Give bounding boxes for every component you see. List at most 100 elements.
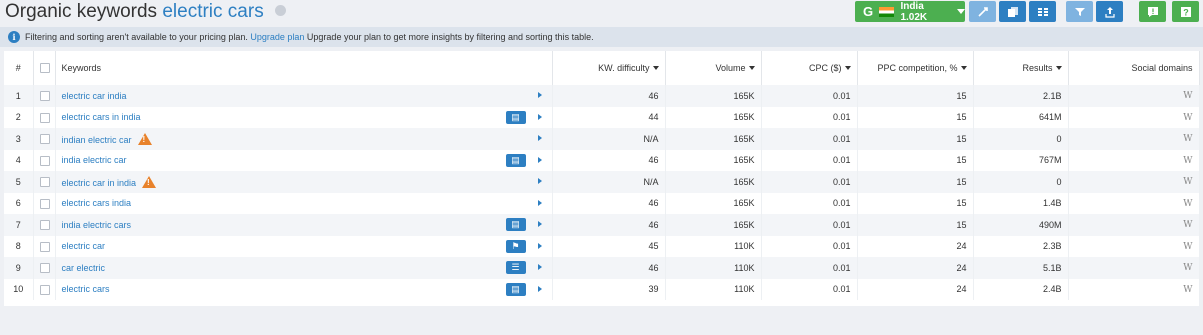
serp-news-icon[interactable]: ▤ xyxy=(505,110,526,124)
cpc-cell: 0.01 xyxy=(761,171,858,193)
row-checkbox[interactable] xyxy=(39,220,50,231)
wikipedia-icon[interactable]: W xyxy=(1183,113,1192,123)
kd-cell: 46 xyxy=(552,85,666,107)
upgrade-plan-link[interactable]: Upgrade plan xyxy=(250,32,304,42)
row-checkbox[interactable] xyxy=(39,241,50,252)
keywords-table: # Keywords KW. difficulty Volume CPC ($)… xyxy=(4,51,1200,306)
keyword-cell: electric car india xyxy=(55,85,553,107)
row-select[interactable] xyxy=(33,278,56,300)
results-cell: 2.3B xyxy=(973,235,1069,257)
export-button[interactable] xyxy=(1096,1,1123,22)
copy-icon xyxy=(1007,6,1018,17)
kd-cell: 39 xyxy=(552,278,666,300)
feedback-button[interactable] xyxy=(1139,1,1166,22)
keyword-link[interactable]: indian electric car xyxy=(62,135,132,145)
row-select[interactable] xyxy=(33,149,56,171)
row-checkbox[interactable] xyxy=(39,198,50,209)
col-volume[interactable]: Volume xyxy=(665,51,762,85)
row-index: 5 xyxy=(4,171,34,193)
row-select[interactable] xyxy=(33,128,56,150)
keyword-link[interactable]: electric car in india xyxy=(62,178,137,188)
row-select[interactable] xyxy=(33,171,56,193)
filter-button[interactable] xyxy=(1066,1,1093,22)
expand-icon[interactable] xyxy=(537,264,542,270)
wikipedia-icon[interactable]: W xyxy=(1183,156,1192,166)
row-checkbox[interactable] xyxy=(39,284,50,295)
keyword-link[interactable]: electric car xyxy=(62,241,106,251)
row-checkbox[interactable] xyxy=(39,134,50,145)
row-checkbox[interactable] xyxy=(39,91,50,102)
columns-button[interactable] xyxy=(1029,1,1056,22)
warning-icon xyxy=(142,175,157,188)
expand-icon[interactable] xyxy=(537,221,542,227)
kd-cell: 46 xyxy=(552,214,666,236)
row-checkbox[interactable] xyxy=(39,112,50,123)
expand-icon[interactable] xyxy=(537,92,542,98)
results-cell: 0 xyxy=(973,171,1069,193)
database-select-button[interactable]: G India 1.02K xyxy=(855,1,965,23)
row-checkbox[interactable] xyxy=(39,263,50,274)
help-icon: ? xyxy=(1180,6,1191,17)
sort-down-icon xyxy=(1055,66,1062,70)
social-cell: W xyxy=(1068,214,1200,236)
row-checkbox[interactable] xyxy=(39,177,50,188)
serp-news-icon[interactable]: ▤ xyxy=(505,282,526,296)
results-cell: 1.4B xyxy=(973,192,1069,214)
expand-icon[interactable] xyxy=(537,285,542,292)
serp-flag-icon[interactable]: ⚑ xyxy=(505,239,526,253)
row-index: 10 xyxy=(4,278,34,300)
wikipedia-icon[interactable]: W xyxy=(1183,285,1192,295)
results-cell: 767M xyxy=(973,149,1069,171)
cpc-cell: 0.01 xyxy=(761,85,858,107)
results-cell: 641M xyxy=(973,106,1069,128)
volume-cell: 110K xyxy=(665,278,762,300)
wikipedia-icon[interactable]: W xyxy=(1183,220,1192,230)
sort-down-icon xyxy=(748,66,755,70)
col-kd[interactable]: KW. difficulty xyxy=(552,51,666,85)
expand-icon[interactable] xyxy=(537,242,542,249)
keyword-link[interactable]: car electric xyxy=(62,263,106,273)
wikipedia-icon[interactable]: W xyxy=(1183,134,1192,144)
help-button[interactable]: ? xyxy=(1172,1,1199,22)
volume-cell: 165K xyxy=(665,214,762,236)
copy-button[interactable] xyxy=(999,1,1026,22)
expand-icon[interactable] xyxy=(537,156,542,163)
wikipedia-icon[interactable]: W xyxy=(1183,91,1192,101)
wikipedia-icon[interactable]: W xyxy=(1183,199,1192,209)
keyword-link[interactable]: india electric car xyxy=(62,155,127,165)
row-select[interactable] xyxy=(33,214,56,236)
expand-icon[interactable] xyxy=(537,113,542,120)
serp-news-icon[interactable]: ▤ xyxy=(505,153,526,167)
notice-text-2: Upgrade your plan to get more insights b… xyxy=(306,32,594,42)
col-cpc[interactable]: CPC ($) xyxy=(761,51,858,85)
col-select-all[interactable] xyxy=(33,51,56,85)
row-select[interactable] xyxy=(33,257,56,279)
keyword-link[interactable]: electric cars xyxy=(62,284,110,294)
social-cell: W xyxy=(1068,128,1200,150)
serp-list-icon[interactable]: ☰ xyxy=(505,261,526,274)
page-title: Organic keywords electric cars xyxy=(5,0,286,24)
results-cell: 0 xyxy=(973,128,1069,150)
col-ppc[interactable]: PPC competition, % xyxy=(857,51,974,85)
row-select[interactable] xyxy=(33,85,56,107)
keyword-link[interactable]: electric car india xyxy=(62,91,127,101)
serp-news-icon[interactable]: ▤ xyxy=(505,218,526,231)
expand-icon[interactable] xyxy=(537,199,542,206)
col-results[interactable]: Results xyxy=(973,51,1069,85)
expand-icon[interactable] xyxy=(537,178,542,184)
info-icon[interactable] xyxy=(274,5,286,16)
keyword-link[interactable]: electric cars india xyxy=(62,198,132,208)
wikipedia-icon[interactable]: W xyxy=(1183,177,1192,187)
link-icon-button[interactable] xyxy=(969,1,996,22)
wikipedia-icon[interactable]: W xyxy=(1183,242,1192,252)
row-select[interactable] xyxy=(33,192,56,214)
volume-cell: 165K xyxy=(665,128,762,150)
row-select[interactable] xyxy=(33,235,56,257)
expand-icon[interactable] xyxy=(537,135,542,141)
wikipedia-icon[interactable]: W xyxy=(1183,263,1192,273)
keyword-link[interactable]: electric cars in india xyxy=(62,112,141,122)
row-select[interactable] xyxy=(33,106,56,128)
row-checkbox[interactable] xyxy=(39,155,50,166)
keyword-link[interactable]: india electric cars xyxy=(62,220,132,230)
select-all-checkbox[interactable] xyxy=(39,63,50,74)
